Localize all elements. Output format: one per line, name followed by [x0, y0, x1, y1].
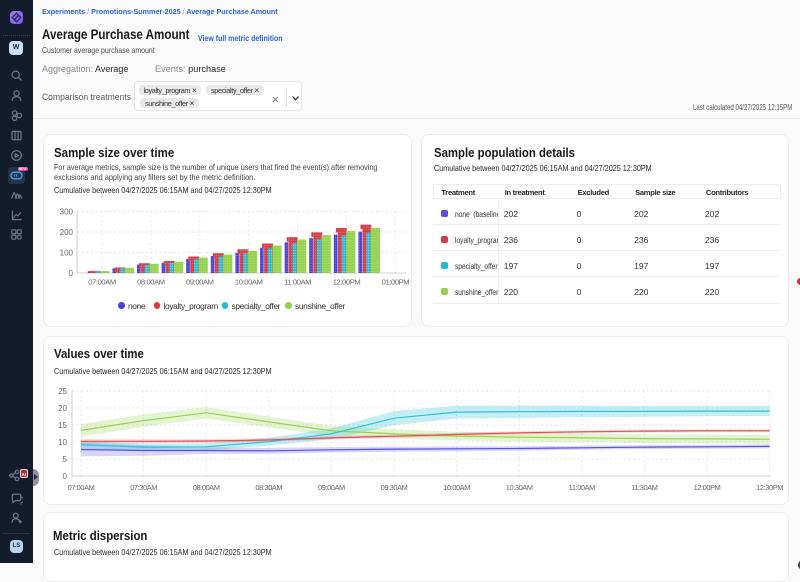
svg-text:09:00AM: 09:00AM [186, 278, 214, 287]
svg-text:11:00AM: 11:00AM [569, 483, 595, 492]
svg-text:08:00AM: 08:00AM [137, 278, 165, 287]
svg-text:12:00PM: 12:00PM [333, 278, 361, 287]
svg-text:09:00AM: 09:00AM [318, 483, 345, 492]
svg-text:300: 300 [60, 207, 74, 216]
svg-text:10:00AM: 10:00AM [235, 278, 263, 287]
svg-text:12:00PM: 12:00PM [694, 483, 721, 492]
svg-text:5: 5 [63, 455, 68, 464]
svg-text:100: 100 [60, 248, 74, 257]
svg-text:11:30AM: 11:30AM [631, 483, 657, 492]
svg-text:01:00PM: 01:00PM [382, 278, 410, 287]
svg-text:0: 0 [63, 472, 68, 481]
svg-text:15: 15 [58, 421, 67, 430]
svg-text:200: 200 [60, 228, 74, 237]
svg-text:20: 20 [58, 404, 67, 413]
svg-text:12:30PM: 12:30PM [756, 483, 783, 492]
svg-text:25: 25 [58, 387, 67, 396]
svg-text:10: 10 [58, 438, 67, 447]
svg-text:0: 0 [69, 269, 74, 278]
svg-text:07:00AM: 07:00AM [88, 278, 116, 287]
svg-text:11:00AM: 11:00AM [284, 278, 311, 287]
svg-text:07:30AM: 07:30AM [130, 483, 157, 492]
svg-text:08:00AM: 08:00AM [193, 483, 220, 492]
svg-text:10:00AM: 10:00AM [443, 483, 470, 492]
svg-text:08:30AM: 08:30AM [255, 483, 282, 492]
svg-text:10:30AM: 10:30AM [506, 483, 533, 492]
svg-text:07:00AM: 07:00AM [68, 483, 95, 492]
svg-text:09:30AM: 09:30AM [381, 483, 408, 492]
